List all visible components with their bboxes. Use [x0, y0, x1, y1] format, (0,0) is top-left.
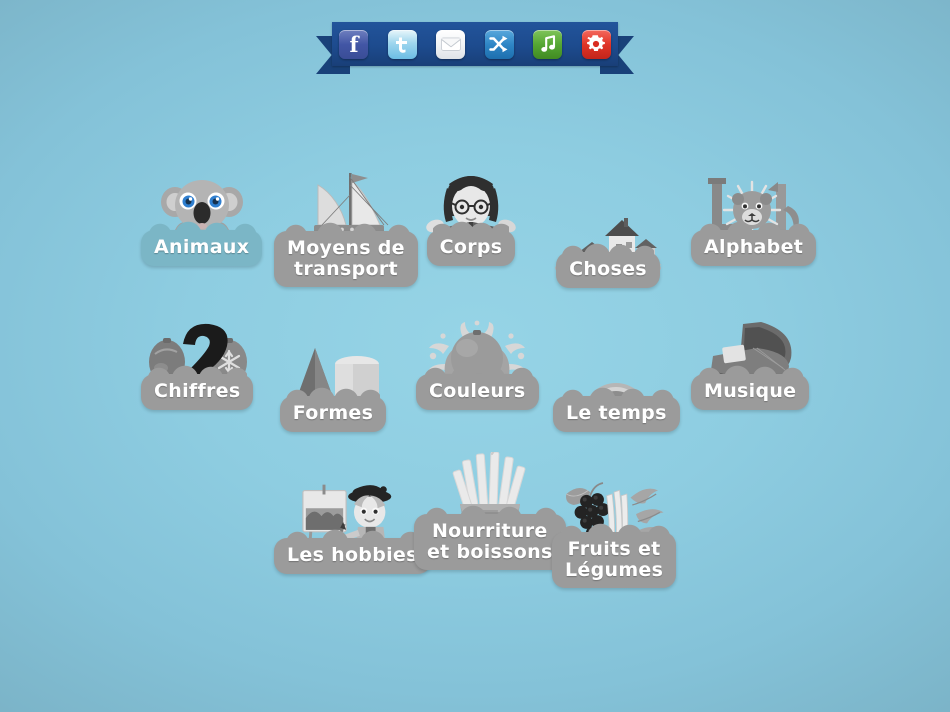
category-label-choses: Choses: [556, 243, 660, 288]
category-label-nourriture: Nourriture et boissons: [414, 504, 566, 571]
category-label-letemps: Le temps: [553, 387, 680, 432]
category-tile-animaux[interactable]: Animaux: [141, 168, 263, 266]
category-tile-alphabet[interactable]: Alphabet: [691, 168, 817, 266]
category-tile-chiffres[interactable]: Chiffres: [141, 312, 254, 410]
category-label-hobbies: Les hobbies: [274, 529, 431, 574]
category-tile-hobbies[interactable]: Les hobbies: [274, 476, 431, 574]
category-tile-musique[interactable]: Musique: [691, 312, 810, 410]
category-label-alphabet: Alphabet: [691, 221, 817, 266]
category-label-couleurs: Couleurs: [416, 365, 539, 410]
category-label-fruits: Fruits et Légumes: [552, 522, 677, 589]
app-background: f Animaux Moyens de transport Corps Chos…: [0, 0, 950, 712]
category-label-chiffres: Chiffres: [141, 365, 254, 410]
category-tile-fruits[interactable]: Fruits et Légumes: [552, 470, 677, 589]
category-label-musique: Musique: [691, 365, 810, 410]
category-tile-nourriture[interactable]: Nourriture et boissons: [414, 452, 566, 571]
category-label-animaux: Animaux: [141, 221, 263, 266]
category-tile-transport[interactable]: Moyens de transport: [274, 169, 418, 288]
category-label-formes: Formes: [279, 387, 387, 432]
category-label-corps: Corps: [426, 221, 516, 266]
category-tile-formes[interactable]: Formes: [278, 334, 388, 432]
category-tile-letemps[interactable]: Le temps: [553, 334, 680, 432]
category-tile-choses[interactable]: Choses: [553, 190, 663, 288]
category-tile-corps[interactable]: Corps: [416, 168, 526, 266]
category-tile-couleurs[interactable]: Couleurs: [416, 312, 539, 410]
category-label-transport: Moyens de transport: [274, 221, 418, 288]
category-grid: Animaux Moyens de transport Corps Choses…: [0, 0, 950, 712]
